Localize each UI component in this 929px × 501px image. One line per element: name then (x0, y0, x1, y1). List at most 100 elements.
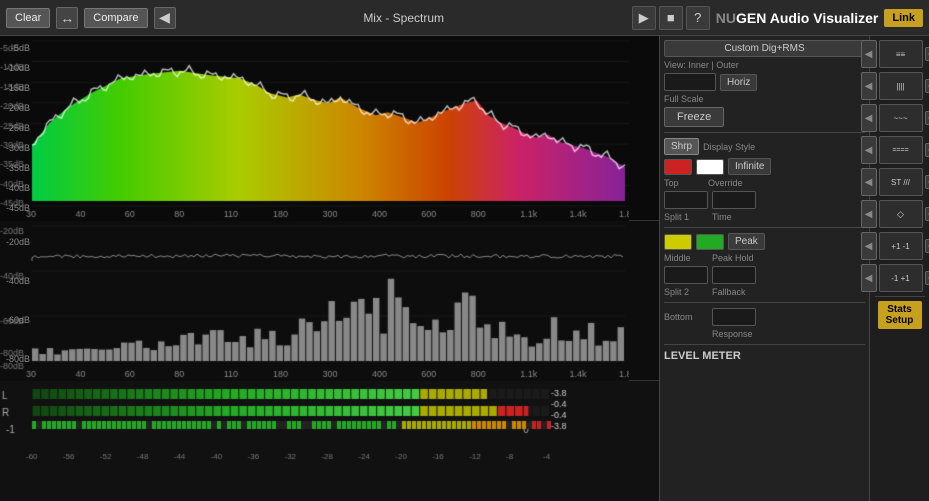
rc-left-arrow-2[interactable]: ◀ (861, 72, 877, 100)
fallback-label: Fallback (712, 287, 746, 297)
mid-spectrum-canvas (0, 221, 629, 381)
level-meter-label: LEVEL METER (664, 350, 741, 362)
display-style-label: Display Style (703, 142, 755, 152)
view-row: View: Inner | Outer (664, 60, 865, 70)
back-arrow-icon[interactable]: ↔ (56, 7, 78, 29)
freeze-row: Freeze (664, 107, 865, 127)
middle-label: Middle (664, 253, 708, 263)
rc-row-7: ◀ +1 -1 + (861, 232, 929, 260)
freeze-button[interactable]: Freeze (664, 107, 724, 127)
rc-btn-7[interactable]: +1 -1 (879, 232, 923, 260)
rc-left-arrow-4[interactable]: ◀ (861, 136, 877, 164)
rc-plus-6[interactable]: + (925, 207, 929, 221)
playback-controls: ▶ ■ ? (632, 6, 710, 30)
rc-btn-1[interactable]: ≡≡ (879, 40, 923, 68)
rc-plus-1[interactable]: + (925, 47, 929, 61)
rc-left-arrow-3[interactable]: ◀ (861, 104, 877, 132)
rc-divider (875, 296, 925, 297)
mid-spectrum: -20dB -40dB -60dB -80dB (0, 221, 659, 381)
divider-1 (664, 132, 865, 133)
right-controls: ◀ ≡≡ + ◀ |||| + ◀ ~~~ + ◀ ==== + ◀ ST //… (869, 36, 929, 501)
help-button[interactable]: ? (686, 6, 710, 30)
mid-y-labels: -20dB -40dB -60dB -80dB (0, 221, 32, 380)
infinite-button[interactable]: Infinite (728, 158, 771, 175)
rc-left-arrow-1[interactable]: ◀ (861, 40, 877, 68)
time-label: Time (712, 212, 732, 222)
response-input[interactable]: 1.00 (712, 308, 756, 326)
spectrum-area: -5dB -10dB -15dB -20dB -25dB -30dB -35dB… (0, 36, 659, 501)
y-axis-labels: -5dB -10dB -15dB -20dB -25dB -30dB -35dB… (0, 36, 32, 220)
rc-btn-2[interactable]: |||| (879, 72, 923, 100)
mid-y-label-20db: -20dB (2, 237, 30, 247)
mid-y-label-60db: -60dB (2, 315, 30, 325)
infinite-color-swatch (696, 159, 724, 175)
mid-y-label-80db: -80dB (2, 354, 30, 364)
rc-btn-6[interactable]: ◇ (879, 200, 923, 228)
value-horiz-row: 0.0 Horiz (664, 73, 865, 91)
divider-4 (664, 344, 865, 345)
time-input[interactable]: 1.0s (712, 191, 756, 209)
rc-plus-8[interactable]: + (925, 271, 929, 285)
rc-row-8: ◀ -1 +1 + (861, 264, 929, 292)
peak-color-swatch (696, 234, 724, 250)
rc-row-1: ◀ ≡≡ + (861, 40, 929, 68)
peak-hold-label: Peak Hold (712, 253, 754, 263)
rc-left-arrow-5[interactable]: ◀ (861, 168, 877, 196)
rc-left-arrow-6[interactable]: ◀ (861, 200, 877, 228)
value-input[interactable]: 0.0 (664, 73, 716, 91)
rc-btn-3[interactable]: ~~~ (879, 104, 923, 132)
peak-button[interactable]: Peak (728, 233, 765, 250)
rc-left-arrow-7[interactable]: ◀ (861, 232, 877, 260)
left-arrow-icon[interactable]: ◀ (154, 7, 176, 29)
rc-row-5: ◀ ST /// + (861, 168, 929, 196)
stop-button[interactable]: ■ (659, 6, 683, 30)
rc-left-arrow-8[interactable]: ◀ (861, 264, 877, 292)
rc-plus-7[interactable]: + (925, 239, 929, 253)
meters-canvas (0, 381, 629, 461)
y-label-5db: -5dB (2, 43, 30, 53)
compare-button[interactable]: Compare (84, 8, 147, 28)
full-scale-label: Full Scale (664, 94, 704, 104)
y-label-20db: -20dB (2, 103, 30, 113)
rc-btn-4[interactable]: ==== (879, 136, 923, 164)
rc-plus-5[interactable]: + (925, 175, 929, 189)
split1-input[interactable]: -3.0 (664, 191, 708, 209)
top-color-swatch (664, 159, 692, 175)
top-infinite-row: Infinite (664, 158, 865, 175)
divider-3 (664, 302, 865, 303)
bottom-response-row: Bottom 1.00 (664, 308, 865, 326)
split2-input[interactable]: -9.0 (664, 266, 708, 284)
middle-color-swatch (664, 234, 692, 250)
rc-plus-3[interactable]: + (925, 111, 929, 125)
rc-row-3: ◀ ~~~ + (861, 104, 929, 132)
y-label-15db: -15dB (2, 83, 30, 93)
rc-btn-8[interactable]: -1 +1 (879, 264, 923, 292)
y-label-45db: -45dB (2, 203, 30, 213)
split1-label: Split 1 (664, 212, 708, 222)
right-panel: Custom Dig+RMS View: Inner | Outer 0.0 H… (659, 36, 869, 501)
shrp-button[interactable]: Shrp (664, 138, 699, 155)
rc-plus-4[interactable]: + (925, 143, 929, 157)
bottom-meters (0, 381, 659, 501)
main-layout: -5dB -10dB -15dB -20dB -25dB -30dB -35dB… (0, 36, 929, 501)
rc-plus-2[interactable]: + (925, 79, 929, 93)
horiz-button[interactable]: Horiz (720, 74, 757, 91)
top-label: Top (664, 178, 704, 188)
spectrum-canvas (0, 36, 629, 221)
y-label-30db: -30dB (2, 143, 30, 153)
response-label: Response (712, 329, 753, 339)
middle-peak-labels: Middle Peak Hold (664, 253, 865, 263)
bottom-label: Bottom (664, 312, 708, 322)
middle-peak-row: Peak (664, 233, 865, 250)
play-button[interactable]: ▶ (632, 6, 656, 30)
top-spectrum: -5dB -10dB -15dB -20dB -25dB -30dB -35dB… (0, 36, 659, 221)
clear-button[interactable]: Clear (6, 8, 50, 28)
custom-dig-rms-button[interactable]: Custom Dig+RMS (664, 40, 865, 57)
split2-label: Split 2 (664, 287, 708, 297)
fallback-input[interactable]: 0.75 (712, 266, 756, 284)
stats-setup-button[interactable]: StatsSetup (878, 301, 922, 329)
rc-row-2: ◀ |||| + (861, 72, 929, 100)
link-button[interactable]: Link (884, 9, 923, 27)
rc-btn-5[interactable]: ST /// (879, 168, 923, 196)
y-label-35db: -35dB (2, 163, 30, 173)
